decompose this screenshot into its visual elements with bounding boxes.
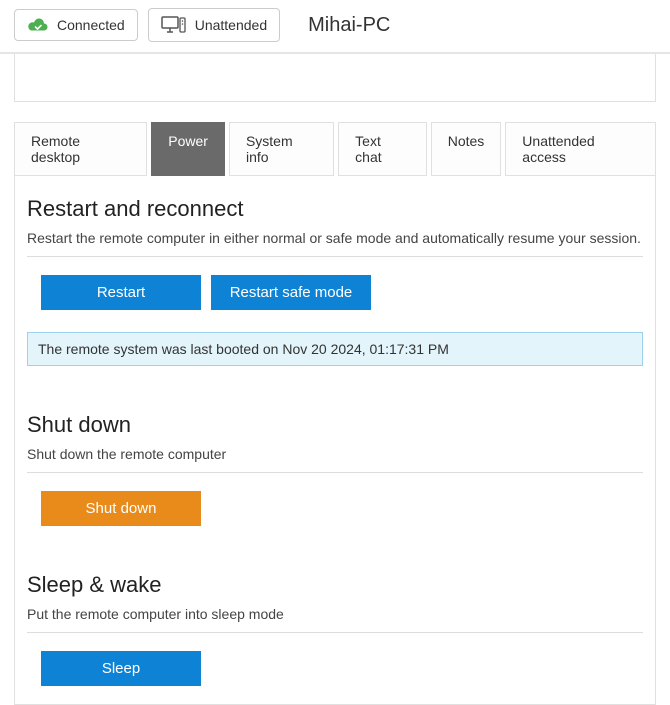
section-restart: Restart and reconnect Restart the remote… — [15, 176, 655, 384]
sleep-button[interactable]: Sleep — [41, 651, 201, 686]
tab-power[interactable]: Power — [151, 122, 225, 176]
sleep-heading: Sleep & wake — [27, 572, 643, 598]
shutdown-buttons: Shut down — [41, 491, 643, 526]
restart-button[interactable]: Restart — [41, 275, 201, 310]
restart-buttons: Restart Restart safe mode — [41, 275, 643, 310]
shutdown-desc: Shut down the remote computer — [27, 446, 643, 462]
tab-remote-desktop[interactable]: Remote desktop — [14, 122, 147, 176]
sleep-buttons: Sleep — [41, 651, 643, 686]
cloud-check-icon — [27, 16, 49, 34]
restart-heading: Restart and reconnect — [27, 196, 643, 222]
tab-text-chat[interactable]: Text chat — [338, 122, 427, 176]
toolbar-placeholder — [14, 54, 656, 102]
divider — [27, 632, 643, 633]
unattended-pill[interactable]: Unattended — [148, 8, 280, 42]
last-boot-info: The remote system was last booted on Nov… — [27, 332, 643, 366]
monitor-server-icon — [161, 15, 187, 35]
shutdown-heading: Shut down — [27, 412, 643, 438]
section-shutdown: Shut down Shut down the remote computer … — [15, 384, 655, 544]
unattended-label: Unattended — [195, 17, 267, 33]
sleep-desc: Put the remote computer into sleep mode — [27, 606, 643, 622]
shutdown-button[interactable]: Shut down — [41, 491, 201, 526]
section-sleep: Sleep & wake Put the remote computer int… — [15, 544, 655, 704]
tab-unattended-access[interactable]: Unattended access — [505, 122, 656, 176]
tab-system-info[interactable]: System info — [229, 122, 334, 176]
top-bar: Connected Unattended Mihai-PC — [0, 0, 670, 54]
restart-safe-mode-button[interactable]: Restart safe mode — [211, 275, 371, 310]
tab-content: Restart and reconnect Restart the remote… — [14, 176, 656, 705]
restart-desc: Restart the remote computer in either no… — [27, 230, 643, 246]
connection-status-pill[interactable]: Connected — [14, 9, 138, 41]
connection-status-label: Connected — [57, 17, 125, 33]
tabs: Remote desktop Power System info Text ch… — [14, 122, 656, 176]
tab-notes[interactable]: Notes — [431, 122, 502, 176]
divider — [27, 256, 643, 257]
device-name: Mihai-PC — [308, 14, 390, 37]
divider — [27, 472, 643, 473]
